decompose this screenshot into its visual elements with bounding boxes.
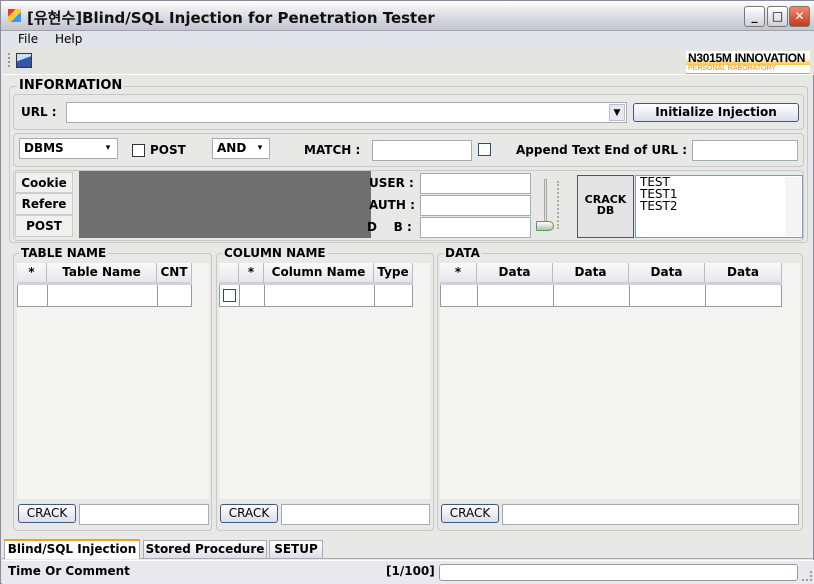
post-button[interactable]: POST (15, 215, 73, 237)
database-listbox[interactable]: TEST TEST1 TEST2 (635, 175, 803, 238)
column-header[interactable]: Data (477, 263, 553, 282)
chevron-down-icon[interactable]: ▾ (100, 140, 116, 157)
image-icon[interactable] (16, 53, 32, 68)
page-indicator: [1/100] (386, 564, 435, 578)
slider-ticks (557, 181, 560, 229)
and-or-value: AND (217, 141, 247, 155)
column-header[interactable]: Data (629, 263, 705, 282)
data-crack-input[interactable] (502, 504, 799, 525)
table-crack-input[interactable] (79, 504, 209, 525)
table-row[interactable] (17, 285, 192, 307)
url-combobox[interactable]: ▼ (66, 102, 627, 123)
information-title: INFORMATION (17, 78, 125, 93)
post-label: POST (150, 143, 186, 157)
column-crack-input[interactable] (281, 504, 430, 525)
status-text: Time Or Comment (8, 564, 130, 578)
db-label: D B : (367, 220, 412, 234)
column-name-title: COLUMN NAME (222, 246, 328, 260)
menu-help[interactable]: Help (55, 32, 82, 46)
post-checkbox[interactable] (132, 144, 145, 157)
and-or-combobox[interactable]: AND ▾ (212, 138, 270, 159)
resize-grip[interactable] (802, 571, 812, 581)
initialize-injection-button[interactable]: Initialize Injection (633, 103, 799, 122)
close-button[interactable]: ✕ (789, 6, 810, 27)
db-input[interactable] (420, 217, 531, 238)
toolbar-grip[interactable] (8, 53, 10, 67)
append-checkbox[interactable] (478, 143, 491, 156)
status-bar: Time Or Comment [1/100] (2, 560, 814, 584)
crack-db-button[interactable]: CRACK DB (577, 175, 634, 238)
progress-bar (439, 564, 798, 581)
logo-sub-text: PERSONAL RABORATORY (686, 65, 810, 73)
menu-bar: File Help (2, 31, 814, 48)
logo: N3015M INNOVATION PERSONAL RABORATORY (686, 51, 810, 74)
logo-main-text: N3015M INNOVATION (688, 51, 806, 65)
main-window: [유현수]Blind/SQL Injection for Penetration… (0, 0, 814, 584)
match-input[interactable] (372, 140, 472, 161)
app-icon (8, 9, 21, 22)
tab-stored-procedure[interactable]: Stored Procedure (143, 540, 267, 559)
toolbar: N3015M INNOVATION PERSONAL RABORATORY (2, 48, 814, 75)
table-name-title: TABLE NAME (19, 246, 109, 260)
crack-db-label-2: DB (596, 204, 615, 217)
user-label: USER : (369, 176, 414, 190)
dbms-value: DBMS (24, 141, 64, 155)
column-header[interactable]: Data (705, 263, 782, 282)
column-header[interactable]: * (440, 263, 477, 282)
column-header[interactable] (219, 263, 239, 282)
window-title: [유현수]Blind/SQL Injection for Penetration… (27, 9, 435, 27)
column-crack-button[interactable]: CRACK (220, 504, 278, 523)
listbox-scrollbar[interactable] (785, 177, 801, 236)
user-input[interactable] (420, 173, 531, 194)
row-checkbox[interactable] (223, 289, 236, 302)
table-row[interactable] (219, 285, 413, 307)
db-list-item[interactable]: TEST2 (640, 200, 798, 212)
column-header[interactable]: CNT (157, 263, 192, 282)
dbms-combobox[interactable]: DBMS ▾ (19, 138, 118, 159)
cookie-button[interactable]: Cookie (15, 172, 73, 193)
column-grid[interactable]: * Column Name Type (219, 263, 430, 499)
auth-input[interactable] (420, 195, 531, 216)
table-grid[interactable]: * Table Name CNT (17, 263, 209, 499)
tab-setup[interactable]: SETUP (269, 540, 323, 559)
title-bar: [유현수]Blind/SQL Injection for Penetration… (1, 1, 814, 31)
slider-thumb[interactable] (536, 221, 554, 231)
maximize-button[interactable]: □ (767, 6, 788, 27)
table-crack-button[interactable]: CRACK (18, 504, 76, 523)
tab-blind-sql-injection[interactable]: Blind/SQL Injection (4, 539, 140, 559)
column-header[interactable]: * (17, 263, 47, 282)
data-crack-button[interactable]: CRACK (441, 504, 499, 523)
column-header[interactable]: * (239, 263, 264, 282)
data-grid[interactable]: * Data Data Data Data (440, 263, 800, 499)
preview-panel (79, 171, 371, 238)
column-header[interactable]: Data (553, 263, 629, 282)
minimize-button[interactable]: _ (744, 6, 765, 27)
column-header[interactable]: Column Name (264, 263, 374, 282)
auth-label: AUTH : (369, 198, 415, 212)
chevron-down-icon[interactable]: ▼ (609, 104, 625, 121)
append-input[interactable] (692, 140, 798, 161)
referer-button[interactable]: Refere (15, 193, 73, 215)
url-label: URL : (21, 105, 57, 119)
match-label: MATCH : (304, 143, 361, 157)
column-header[interactable]: Type (374, 263, 413, 282)
data-title: DATA (443, 246, 482, 260)
table-row[interactable] (440, 285, 782, 307)
column-header[interactable]: Table Name (47, 263, 157, 282)
chevron-down-icon[interactable]: ▾ (252, 140, 268, 157)
append-label: Append Text End of URL : (516, 143, 688, 157)
menu-file[interactable]: File (18, 32, 38, 46)
